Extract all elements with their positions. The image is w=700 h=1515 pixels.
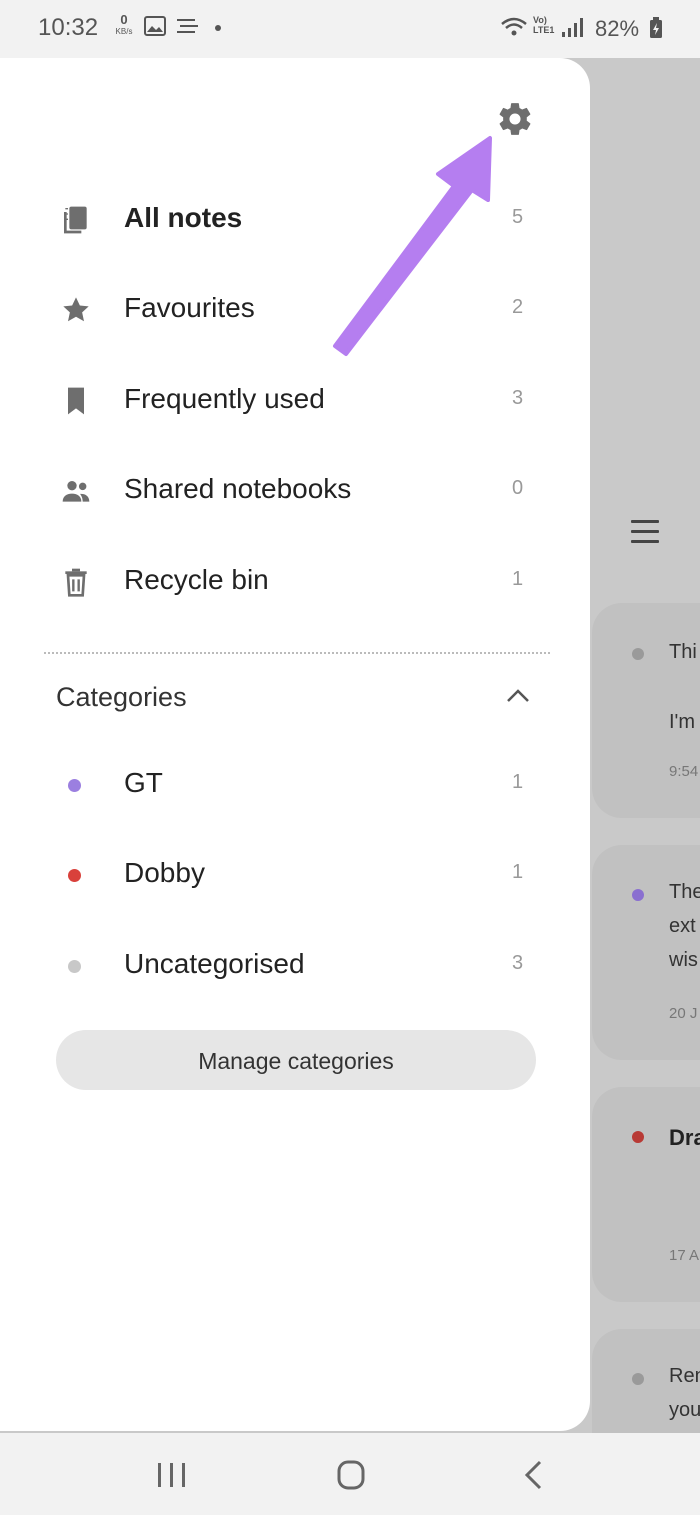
category-label: GT xyxy=(124,767,163,798)
category-color-dot xyxy=(68,869,81,882)
note-card[interactable]: The ext wis 20 J xyxy=(592,845,700,1060)
category-color-dot xyxy=(68,960,81,973)
home-icon[interactable] xyxy=(331,1459,371,1491)
note-category-dot xyxy=(632,1131,644,1143)
note-category-dot xyxy=(632,1373,644,1385)
nav-item-count: 5 xyxy=(512,206,524,228)
hamburger-menu-icon[interactable] xyxy=(631,520,659,544)
note-preview-line: Thi xyxy=(669,641,697,663)
battery-percent: 82% xyxy=(595,16,640,41)
nav-item-shared-notebooks[interactable]: Shared notebooks 0 xyxy=(0,455,590,527)
nav-item-label: Shared notebooks xyxy=(124,473,352,504)
category-label: Dobby xyxy=(124,857,205,888)
net-speed-value: 0 xyxy=(120,12,128,27)
gallery-icon xyxy=(144,16,166,36)
star-icon xyxy=(63,297,89,322)
note-category-dot xyxy=(632,889,644,901)
note-preview-line: The xyxy=(669,881,700,903)
nav-item-count: 0 xyxy=(512,477,524,499)
note-preview-line: wis xyxy=(669,949,698,971)
back-icon[interactable] xyxy=(514,1459,554,1491)
bookmark-icon xyxy=(68,387,84,415)
nav-item-recycle-bin[interactable]: Recycle bin 1 xyxy=(0,546,590,618)
category-item-gt[interactable]: GT 1 xyxy=(0,749,590,821)
nav-item-count: 2 xyxy=(512,296,524,318)
note-card[interactable]: Ren you xyxy=(592,1329,700,1433)
note-preview-line: Ren xyxy=(669,1365,700,1387)
note-preview-line: ext xyxy=(669,915,696,937)
note-category-dot xyxy=(632,648,644,660)
note-preview-line: you xyxy=(669,1399,700,1421)
status-time: 10:32 xyxy=(38,14,99,41)
trash-icon xyxy=(65,568,87,597)
category-item-dobby[interactable]: Dobby 1 xyxy=(0,839,590,911)
note-date: 20 J xyxy=(669,1005,698,1022)
nav-item-label: Recycle bin xyxy=(124,564,269,595)
status-bar: 10:32 0 KB/s Vo) LTE1 82% xyxy=(0,0,700,58)
net-speed-unit: KB/s xyxy=(115,27,133,36)
note-card[interactable]: Dra 17 A xyxy=(592,1087,700,1302)
chevron-up-icon[interactable] xyxy=(504,684,532,708)
category-label: Uncategorised xyxy=(124,948,305,979)
annotation-arrow-icon xyxy=(333,136,492,356)
wifi-icon xyxy=(501,17,527,36)
volte-icon: Vo) LTE1 xyxy=(533,15,555,35)
nav-item-count: 1 xyxy=(512,568,524,590)
signal-icon xyxy=(562,18,583,37)
note-date: 17 A xyxy=(669,1247,700,1264)
category-count: 1 xyxy=(512,861,524,883)
category-count: 3 xyxy=(512,952,524,974)
people-icon xyxy=(62,481,90,502)
category-item-uncategorised[interactable]: Uncategorised 3 xyxy=(0,930,590,1002)
note-card[interactable]: Thi I'm 9:54 xyxy=(592,603,700,818)
nav-item-frequently-used[interactable]: Frequently used 3 xyxy=(0,365,590,437)
note-date: 9:54 xyxy=(669,763,699,780)
net-speed-indicator: 0 KB/s xyxy=(113,12,135,38)
nav-item-label: Favourites xyxy=(124,292,255,323)
recent-apps-icon[interactable] xyxy=(152,1459,192,1491)
categories-header: Categories xyxy=(56,682,187,712)
manage-categories-button[interactable]: Manage categories xyxy=(56,1030,536,1090)
nav-item-count: 3 xyxy=(512,387,524,409)
note-title: Dra xyxy=(669,1125,700,1150)
category-count: 1 xyxy=(512,771,524,793)
battery-icon xyxy=(650,17,662,38)
nav-item-label: All notes xyxy=(124,202,243,233)
notes-stack-icon xyxy=(64,206,87,234)
nav-item-label: Frequently used xyxy=(124,383,325,414)
notification-dot-icon xyxy=(215,25,221,31)
message-icon xyxy=(177,19,198,33)
system-navigation-bar xyxy=(0,1433,700,1515)
category-color-dot xyxy=(68,779,81,792)
note-preview-line: I'm xyxy=(669,711,696,733)
section-divider xyxy=(44,652,550,654)
